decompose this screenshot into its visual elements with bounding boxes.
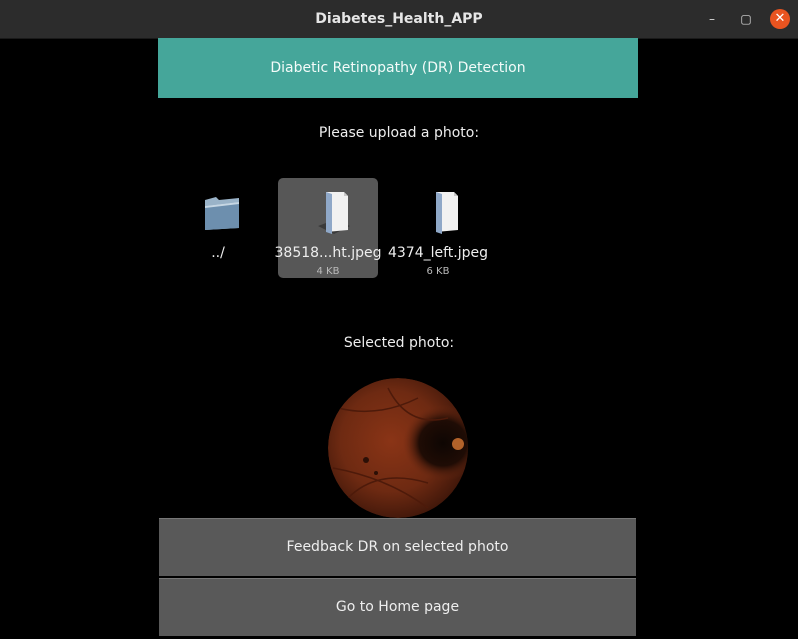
file-name: 38518...ht.jpeg bbox=[274, 245, 382, 261]
file-name: 4374_left.jpeg bbox=[387, 245, 489, 261]
window-title: Diabetes_Health_APP bbox=[315, 11, 483, 27]
selected-photo-label: Selected photo: bbox=[343, 335, 455, 351]
folder-icon bbox=[205, 197, 239, 230]
feedback-dr-button[interactable]: Feedback DR on selected photo bbox=[159, 518, 636, 576]
window-titlebar: Diabetes_Health_APP – ▢ ✕ bbox=[0, 0, 798, 39]
file-item-parent-folder[interactable]: ../ bbox=[168, 178, 268, 278]
go-home-button[interactable]: Go to Home page bbox=[159, 578, 636, 636]
page-title: Diabetic Retinopathy (DR) Detection bbox=[158, 38, 638, 98]
file-size: 4 KB bbox=[316, 266, 340, 277]
file-item[interactable]: 4374_left.jpeg 6 KB bbox=[388, 178, 488, 278]
retina-photo bbox=[328, 378, 468, 518]
file-name: ../ bbox=[211, 245, 225, 261]
upload-label: Please upload a photo: bbox=[318, 125, 480, 141]
maximize-button[interactable]: ▢ bbox=[736, 9, 756, 29]
file-icon bbox=[436, 192, 458, 234]
minimize-button[interactable]: – bbox=[702, 9, 722, 29]
file-size: 6 KB bbox=[426, 266, 450, 277]
close-button[interactable]: ✕ bbox=[770, 9, 790, 29]
file-item-selected[interactable]: 38518...ht.jpeg 4 KB bbox=[275, 178, 381, 278]
file-icon bbox=[318, 192, 350, 234]
